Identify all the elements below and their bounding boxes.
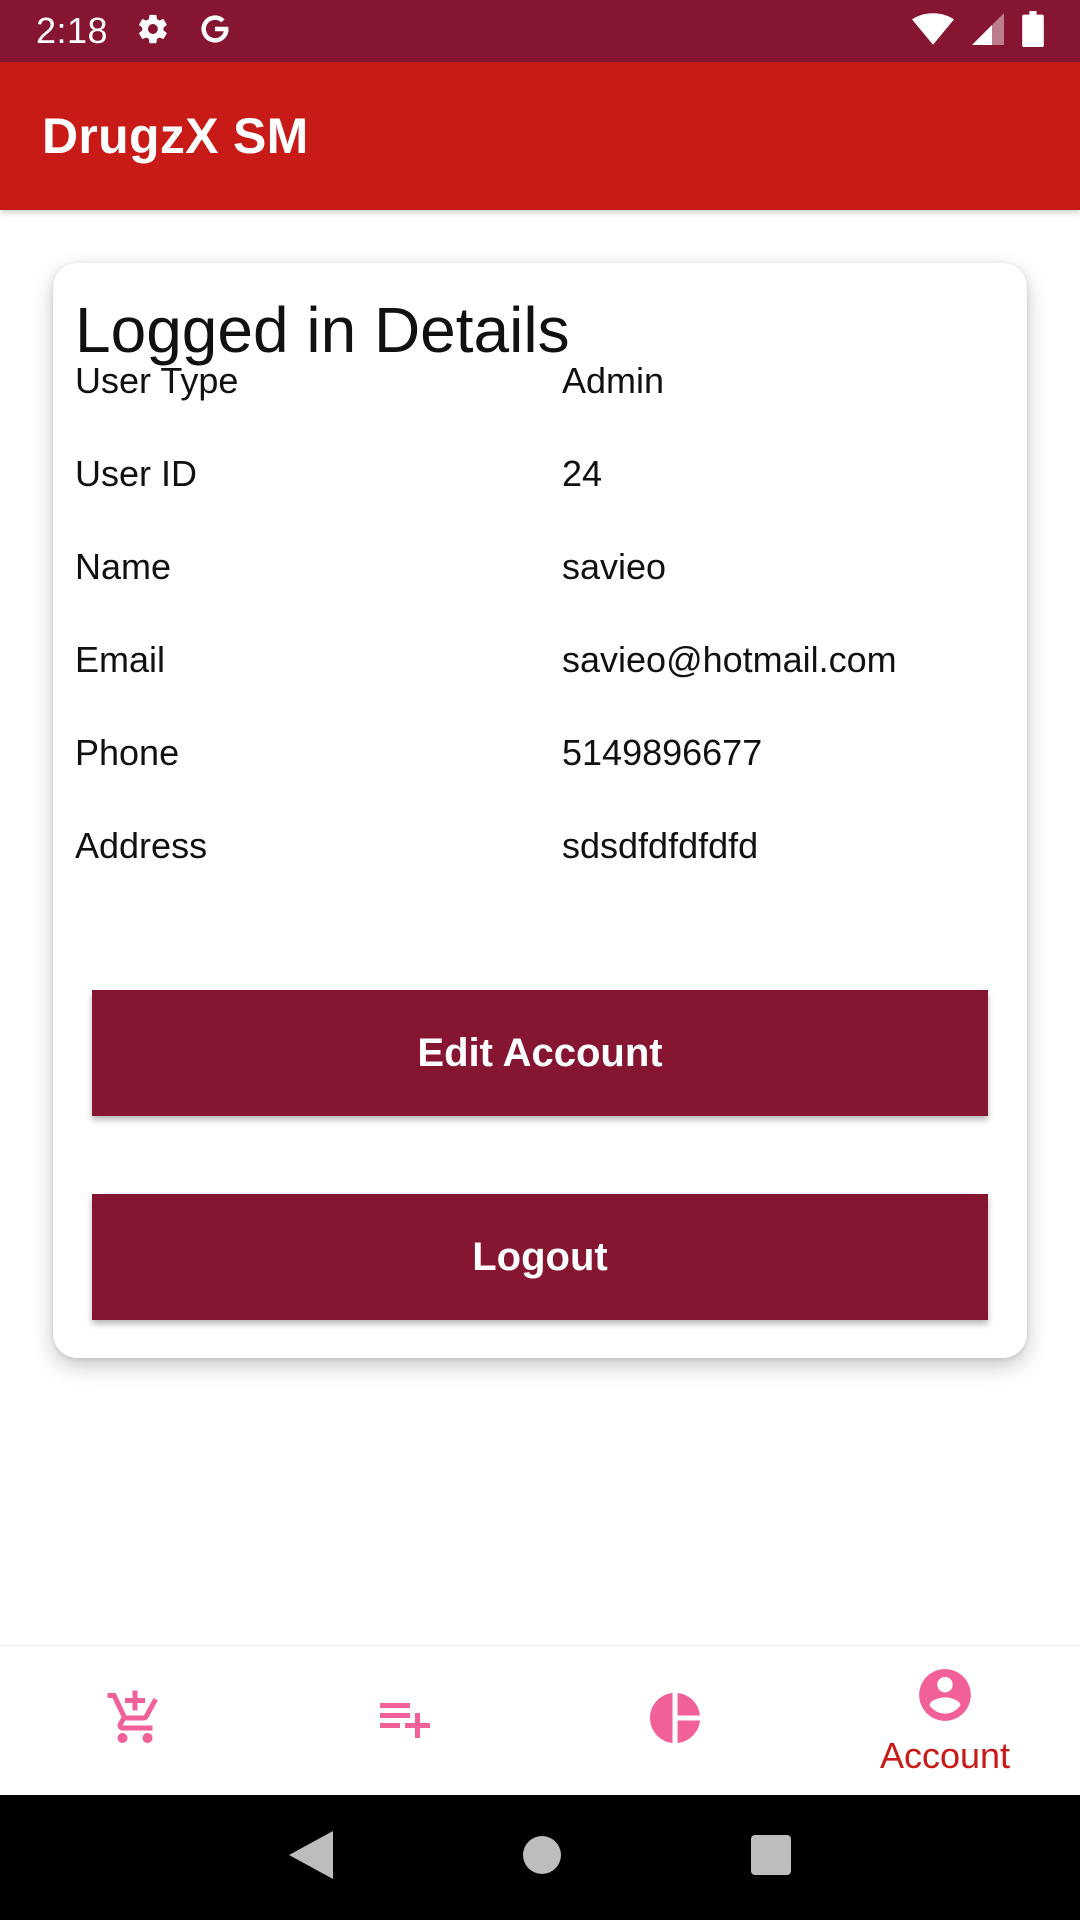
system-navigation-bar bbox=[0, 1795, 1080, 1920]
detail-value: 5149896677 bbox=[562, 732, 763, 773]
nav-label-account: Account bbox=[879, 1735, 1011, 1776]
nav-item-pie-chart[interactable] bbox=[540, 1646, 810, 1795]
detail-row-email: Email savieo@hotmail.com bbox=[75, 630, 1005, 690]
logged-in-details-card: Logged in Details User Type Admin User I… bbox=[53, 263, 1027, 1358]
recents-icon[interactable] bbox=[751, 1835, 791, 1880]
bottom-navigation: Account bbox=[0, 1645, 1080, 1795]
detail-value: savieo bbox=[562, 546, 667, 587]
detail-label: Name bbox=[75, 546, 172, 587]
detail-label: Address bbox=[75, 825, 208, 866]
nav-item-account[interactable]: Account bbox=[810, 1646, 1080, 1795]
detail-value: sdsdfdfdfdfd bbox=[562, 825, 759, 866]
detail-value: Admin bbox=[562, 360, 665, 401]
back-icon[interactable] bbox=[289, 1831, 333, 1884]
add-to-cart-icon bbox=[105, 1688, 165, 1753]
edit-account-button[interactable]: Edit Account bbox=[92, 990, 988, 1116]
gear-icon bbox=[136, 12, 170, 51]
logout-button[interactable]: Logout bbox=[92, 1194, 988, 1320]
detail-row-user-id: User ID 24 bbox=[75, 444, 1005, 504]
detail-row-phone: Phone 5149896677 bbox=[75, 723, 1005, 783]
wifi-icon bbox=[912, 12, 954, 50]
playlist-add-icon bbox=[375, 1688, 435, 1753]
status-time: 2:18 bbox=[36, 10, 109, 51]
detail-row-name: Name savieo bbox=[75, 537, 1005, 597]
nav-item-add-to-cart[interactable] bbox=[0, 1646, 270, 1795]
detail-label: Phone bbox=[75, 732, 180, 773]
status-bar: 2:18 bbox=[0, 0, 1080, 62]
detail-value: 24 bbox=[562, 453, 603, 494]
detail-label: User Type bbox=[75, 360, 239, 401]
detail-row-user-type: User Type Admin bbox=[75, 351, 1005, 411]
google-icon bbox=[198, 12, 232, 51]
account-circle-icon bbox=[914, 1664, 976, 1731]
pie-chart-icon bbox=[645, 1688, 705, 1753]
detail-value: savieo@hotmail.com bbox=[562, 639, 897, 680]
detail-label: Email bbox=[75, 639, 166, 680]
home-icon[interactable] bbox=[523, 1836, 561, 1879]
signal-icon bbox=[972, 12, 1004, 50]
battery-icon bbox=[1022, 10, 1044, 52]
app-bar: DrugzX SM bbox=[0, 62, 1080, 210]
nav-item-playlist-add[interactable] bbox=[270, 1646, 540, 1795]
detail-row-address: Address sdsdfdfdfdfd bbox=[75, 816, 1005, 876]
app-title: DrugzX SM bbox=[42, 108, 309, 164]
detail-label: User ID bbox=[75, 453, 198, 494]
